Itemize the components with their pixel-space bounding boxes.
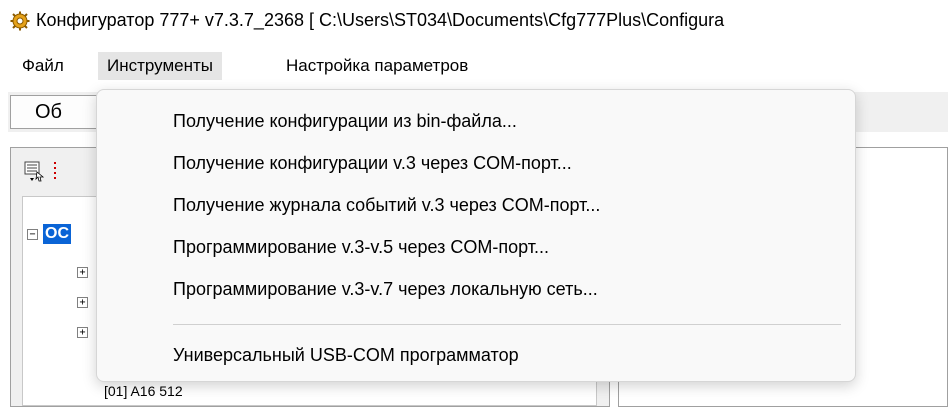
gear-icon [10,11,30,31]
menu-item-event-log-v3-com[interactable]: Получение журнала событий v.3 через COM-… [173,184,600,226]
menu-bar: Файл Инструменты Настройка параметров [0,52,951,80]
title-bar: Конфигуратор 777+ v7.3.7_2368 [ C:\Users… [0,0,951,40]
list-icon[interactable] [52,160,62,182]
menu-item-config-v3-com[interactable]: Получение конфигурации v.3 через COM-пор… [173,142,572,184]
tree-root-node[interactable]: ОС [43,224,71,244]
expand-icon[interactable]: + [77,297,88,308]
menu-file[interactable]: Файл [13,52,73,80]
menu-item-config-from-bin[interactable]: Получение конфигурации из bin-файла... [173,100,517,142]
expand-icon[interactable]: + [77,267,88,278]
collapse-icon[interactable]: − [27,229,38,240]
menu-item-program-v3-v5-com[interactable]: Программирование v.3-v.5 через COM-порт.… [173,226,549,268]
menu-tools[interactable]: Инструменты [98,52,223,80]
panel-toolbar [14,152,94,186]
menu-item-usb-com-programmer[interactable]: Универсальный USB-COM программатор [173,334,519,376]
expand-icon[interactable]: + [77,327,88,338]
menu-item-program-v3-v7-lan[interactable]: Программирование v.3-v.7 через локальную… [173,268,598,310]
window-title: Конфигуратор 777+ v7.3.7_2368 [ C:\Users… [36,10,725,30]
view-icon[interactable] [24,160,46,182]
menu-separator [173,324,841,325]
menu-parameter-settings[interactable]: Настройка параметров [277,52,477,80]
tools-dropdown-menu: Получение конфигурации из bin-файла... П… [96,89,856,382]
